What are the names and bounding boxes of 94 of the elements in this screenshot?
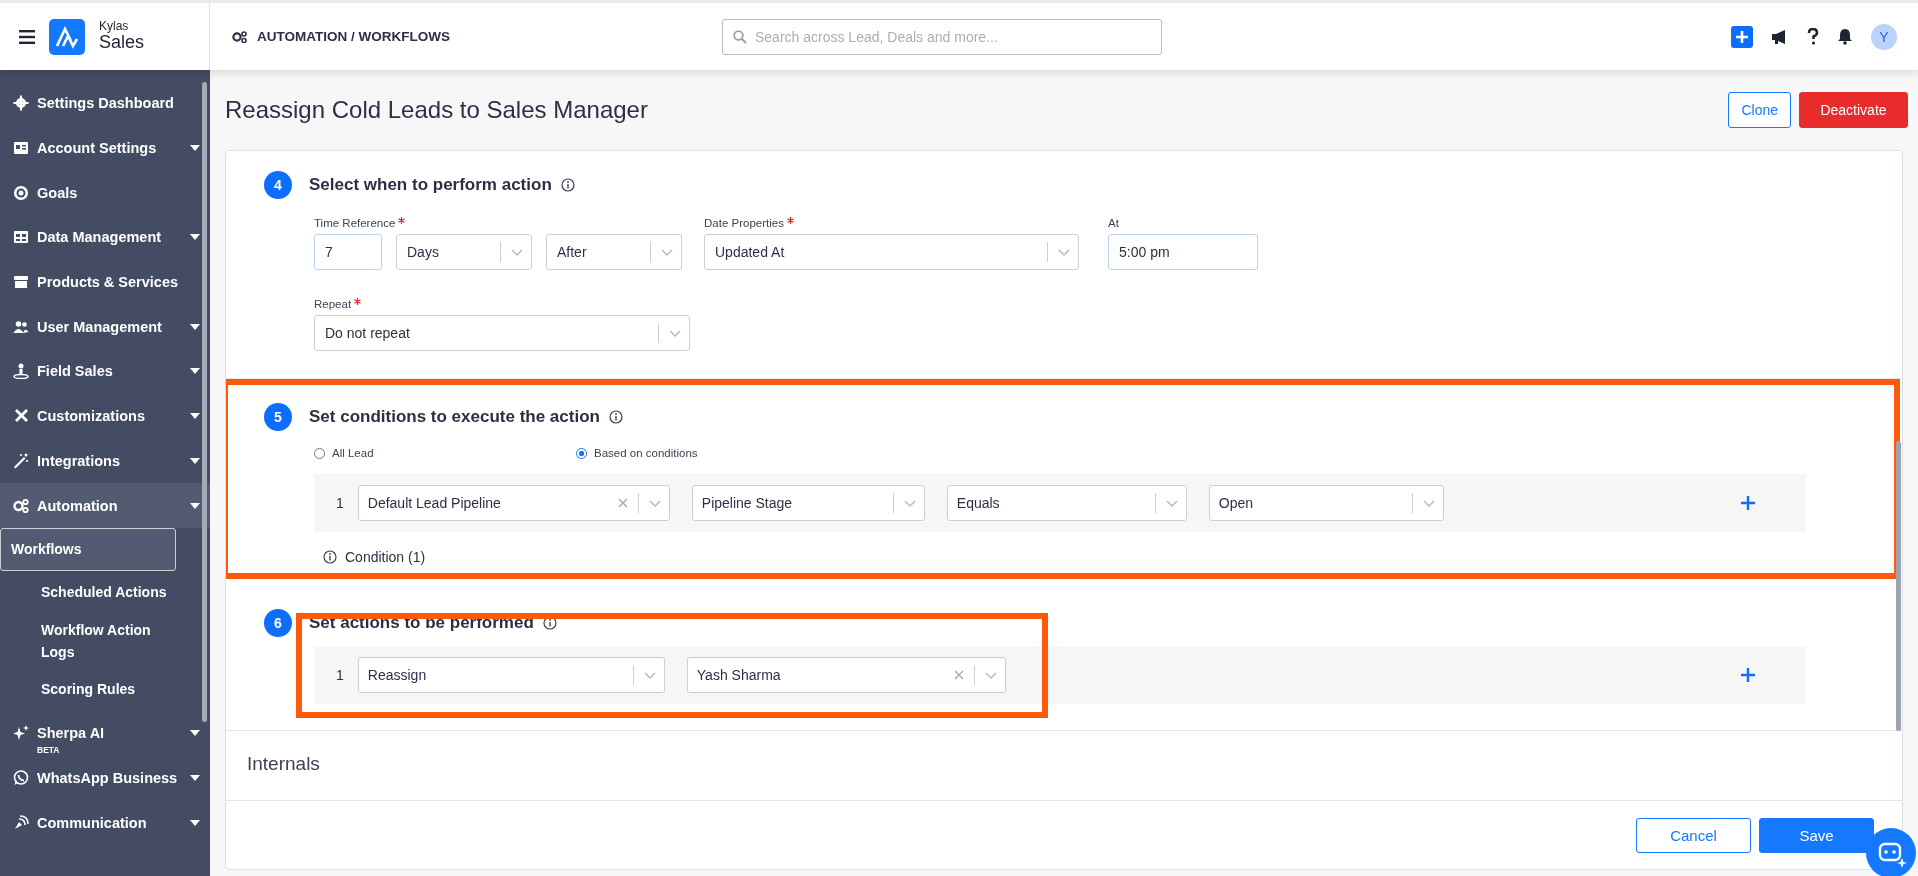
dropdown[interactable]: Pipeline Stage (691, 485, 925, 521)
chevron-icon (661, 248, 673, 256)
chat-icon (13, 769, 29, 786)
add-icon[interactable] (1741, 496, 1755, 510)
chevron-icon (1058, 248, 1070, 256)
dropdown[interactable]: Default Lead Pipeline (357, 485, 670, 521)
sidebar-item[interactable]: Data Management (0, 215, 210, 260)
sidebar-subitem[interactable]: Scoring Rules (0, 667, 176, 711)
step-number: 4 (264, 171, 292, 199)
sidebar-subitem[interactable]: Workflow Action Logs (0, 613, 176, 668)
box-icon (13, 274, 29, 291)
sidebar-item[interactable]: Field Sales (0, 349, 210, 394)
brand-name: Kylas (99, 20, 130, 34)
info-icon[interactable] (608, 410, 623, 424)
scrollbar[interactable] (202, 82, 207, 722)
breadcrumb: AUTOMATION / WORKFLOWS (257, 29, 450, 44)
chevron-icon (648, 499, 661, 507)
radio-label: All Lead (332, 447, 374, 459)
clear-icon[interactable] (617, 498, 628, 508)
section-title: Set conditions to execute the action (309, 407, 600, 427)
sidebar-item[interactable]: Customizations (0, 393, 210, 439)
search-icon (733, 29, 747, 44)
dropdown[interactable]: Reassign (357, 657, 665, 693)
field-label: Repeat (314, 298, 352, 310)
field-label: Time Reference (314, 217, 396, 229)
cancel-button[interactable]: Cancel (1636, 817, 1751, 853)
target-icon (13, 184, 29, 201)
sidebar-subitem[interactable]: Scheduled Actions (0, 570, 176, 614)
dropdown[interactable]: Yash Sharma (686, 657, 1006, 693)
dropdown[interactable]: After (546, 234, 682, 270)
info-icon[interactable] (542, 616, 557, 630)
sidebar-item[interactable]: Goals (0, 170, 210, 216)
chevron-icon (669, 329, 681, 337)
add-icon[interactable] (1741, 668, 1755, 682)
help-icon[interactable] (1807, 28, 1819, 45)
page-title: Reassign Cold Leads to Sales Manager (225, 96, 649, 124)
card-icon (13, 140, 29, 157)
radio-label: Based on conditions (594, 447, 698, 459)
sidebar-item[interactable]: Sherpa AI BETA (0, 710, 210, 756)
dropdown[interactable]: Equals (946, 485, 1187, 521)
dropdown[interactable]: Do not repeat (314, 315, 690, 351)
condition-count: Condition (1) (345, 549, 426, 565)
chevron-icon (984, 671, 997, 679)
signal-icon (13, 814, 29, 831)
chatbot-icon[interactable] (1866, 828, 1916, 876)
pin-icon (13, 363, 29, 380)
chevron-icon (643, 671, 656, 679)
deactivate-button[interactable]: Deactivate (1799, 92, 1908, 128)
search-field[interactable]: Search across Lead, Deals and more... (722, 18, 1162, 55)
sidebar-item[interactable]: User Management (0, 304, 210, 350)
user-avatar[interactable]: Y (1871, 23, 1897, 50)
field-label: At (1108, 217, 1119, 229)
menu-icon[interactable] (19, 29, 35, 44)
tools-icon (13, 408, 29, 425)
sidebar-item[interactable]: WhatsApp Business (0, 755, 210, 801)
gears-icon (13, 497, 29, 514)
step-number: 6 (264, 609, 292, 637)
add-icon[interactable] (1731, 25, 1753, 48)
sidebar-item[interactable]: Communication (0, 800, 210, 845)
wand-icon (13, 452, 29, 469)
section-title: Internals (247, 753, 320, 774)
chevron-icon (511, 248, 523, 256)
sidebar-item[interactable]: Settings Dashboard (0, 81, 210, 126)
sidebar-item[interactable]: Integrations (0, 438, 210, 484)
step-number: 5 (264, 403, 292, 431)
brand-product: Sales (99, 33, 145, 53)
row-number: 1 (336, 495, 344, 511)
chevron-icon (1165, 499, 1178, 507)
bell-icon[interactable] (1837, 28, 1853, 45)
field-label: Date Properties (704, 217, 784, 229)
save-button[interactable]: Save (1759, 817, 1874, 853)
row-number: 1 (336, 667, 344, 683)
gears-icon (232, 30, 248, 43)
clear-icon[interactable] (953, 670, 964, 680)
logo-icon (49, 18, 85, 55)
chevron-icon (903, 499, 916, 507)
sidebar-item[interactable]: Account Settings (0, 125, 210, 171)
sidebar-item[interactable]: Products & Services (0, 259, 210, 305)
clone-button[interactable]: Clone (1728, 92, 1791, 128)
input-field[interactable]: 5:00 pm (1108, 234, 1258, 270)
users-icon (13, 318, 29, 335)
radio-button[interactable] (576, 447, 587, 459)
info-icon[interactable] (560, 178, 575, 192)
sidebar-item[interactable]: Automation (0, 483, 210, 528)
input-field[interactable]: 7 (314, 234, 382, 270)
dropdown[interactable]: Days (396, 234, 532, 270)
section-title: Select when to perform action (309, 175, 552, 195)
scrollbar[interactable] (1896, 441, 1901, 731)
grid-icon (13, 229, 29, 246)
info-icon (323, 550, 337, 564)
chevron-icon (1422, 499, 1435, 507)
dropdown[interactable]: Updated At (704, 234, 1079, 270)
sidebar-subitem[interactable]: Workflows (0, 527, 176, 571)
dropdown[interactable]: Open (1208, 485, 1444, 521)
